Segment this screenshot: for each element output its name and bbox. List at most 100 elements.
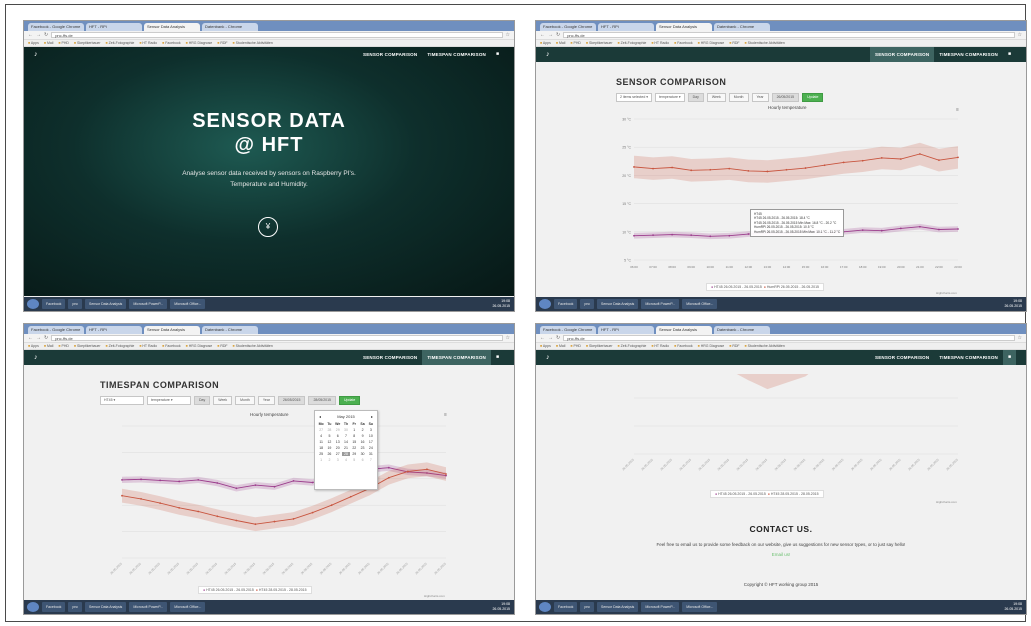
nav-square-icon[interactable]: ■	[1003, 47, 1016, 62]
calendar-day[interactable]: 10	[367, 434, 375, 438]
bookmark[interactable]: PHD	[570, 40, 581, 46]
bookmark[interactable]: Mail	[44, 40, 53, 46]
bookmark[interactable]: Studentische Aktivitäten	[233, 40, 273, 46]
calendar-day[interactable]: 3	[367, 428, 375, 432]
bookmark[interactable]: Apps	[540, 343, 551, 349]
range-month-button[interactable]: Month	[728, 93, 749, 102]
start-icon[interactable]	[539, 299, 551, 309]
taskbar-item[interactable]: pnc	[580, 299, 595, 309]
bookmark[interactable]: Apps	[28, 40, 39, 46]
calendar-day[interactable]: 1	[350, 428, 358, 432]
chart-credit[interactable]: Highcharts.com	[424, 594, 445, 598]
calendar-day[interactable]: 16	[358, 440, 366, 444]
taskbar-item[interactable]: Facebook	[554, 602, 578, 612]
calendar-day[interactable]: 14	[342, 440, 350, 444]
taskbar-item[interactable]: Facebook	[42, 602, 66, 612]
range-month-button[interactable]: Month	[235, 396, 255, 405]
bookmark[interactable]: HRG Diagnose	[186, 343, 213, 349]
calendar-day[interactable]: 29	[334, 428, 342, 432]
browser-tab[interactable]: HFT - RPi	[86, 326, 142, 334]
calendar-day[interactable]: 23	[358, 446, 366, 450]
bookmark[interactable]: HT Radio	[651, 343, 669, 349]
calendar-day[interactable]: 7	[367, 458, 375, 462]
calendar-day[interactable]: 6	[358, 458, 366, 462]
url-input[interactable]: pnc-ffs.de	[563, 32, 1015, 38]
calendar-day[interactable]: 11	[317, 440, 325, 444]
sensor-select[interactable]: HT45 ▾	[100, 396, 144, 405]
browser-tab[interactable]: Datenbank - Chrome	[202, 23, 258, 31]
range-week-button[interactable]: Week	[706, 93, 726, 102]
calendar-day[interactable]: 2	[358, 428, 366, 432]
star-icon[interactable]: ☆	[1018, 334, 1022, 343]
url-input[interactable]: pnc-ffs.de	[51, 32, 503, 38]
bookmark[interactable]: RDF	[217, 343, 227, 349]
bookmark[interactable]: RDF	[729, 40, 739, 46]
forward-icon[interactable]: →	[36, 334, 41, 343]
legend-item[interactable]: HT45 26.05.2015 - 26.05.2015	[714, 285, 762, 289]
range-year-button[interactable]: Year	[257, 396, 275, 405]
taskbar-item[interactable]: Sensor Data Analysis	[85, 299, 127, 309]
update-button[interactable]: Update	[802, 93, 824, 102]
nav-timespan-comparison[interactable]: TIMESPAN COMPARISON	[934, 350, 1003, 365]
prev-month-icon[interactable]: ◂	[319, 414, 321, 419]
bookmark[interactable]: HRG Diagnose	[186, 40, 213, 46]
calendar-day[interactable]: 2	[325, 458, 333, 462]
taskbar-item[interactable]: Facebook	[554, 299, 578, 309]
calendar-day[interactable]: 13	[334, 440, 342, 444]
start-icon[interactable]	[539, 602, 551, 612]
chart-menu-icon[interactable]: ≡	[444, 412, 447, 418]
browser-tab-active[interactable]: Sensor Data Analysis	[656, 23, 712, 31]
bookmark[interactable]: HRG Diagnose	[698, 40, 725, 46]
calendar-day[interactable]: 17	[367, 440, 375, 444]
browser-tab-active[interactable]: Sensor Data Analysis	[144, 23, 200, 31]
nav-square-icon[interactable]: ■	[1002, 350, 1016, 365]
browser-tab[interactable]: Datenbank - Chrome	[714, 23, 770, 31]
bookmark[interactable]: HRG Diagnose	[698, 343, 725, 349]
bookmark[interactable]: Apps	[28, 343, 39, 349]
logo-icon[interactable]: ♪	[546, 354, 586, 361]
taskbar-item[interactable]: Microsoft Office...	[682, 602, 718, 612]
taskbar-item[interactable]: Microsoft Office...	[682, 299, 718, 309]
bookmark[interactable]: HT Radio	[139, 343, 157, 349]
bookmark[interactable]: PHD	[570, 343, 581, 349]
logo-icon[interactable]: ♪	[546, 51, 586, 58]
bookmark[interactable]: Studentische Aktivitäten	[745, 343, 785, 349]
back-icon[interactable]: ←	[540, 31, 545, 40]
bookmark[interactable]: Facebook	[162, 40, 180, 46]
taskbar-item[interactable]: pnc	[68, 299, 83, 309]
bookmark[interactable]: PHD	[58, 40, 69, 46]
bookmark[interactable]: RDF	[729, 343, 739, 349]
calendar-day[interactable]: 22	[350, 446, 358, 450]
bookmark[interactable]: Zeit-Fotographie	[618, 40, 647, 46]
calendar-day[interactable]: 24	[367, 446, 375, 450]
next-month-icon[interactable]: ▸	[371, 414, 373, 419]
taskbar-item[interactable]: Microsoft PowerP...	[129, 602, 168, 612]
date-picker-month[interactable]: May 2015	[337, 414, 355, 419]
browser-tab[interactable]: HFT - RPi	[598, 23, 654, 31]
calendar-day[interactable]: 5	[325, 434, 333, 438]
nav-sensor-comparison[interactable]: SENSOR COMPARISON	[358, 47, 422, 62]
calendar-day[interactable]: 9	[358, 434, 366, 438]
calendar-day[interactable]: 30	[358, 452, 366, 456]
email-link[interactable]: Email us!	[536, 552, 1026, 557]
url-input[interactable]: pnc-ffs.de	[563, 335, 1015, 341]
forward-icon[interactable]: →	[548, 31, 553, 40]
sensor-select[interactable]: 2 items selected ▾	[616, 93, 653, 102]
reload-icon[interactable]: ↻	[44, 31, 48, 40]
bookmark[interactable]: Studentische Aktivitäten	[745, 40, 785, 46]
calendar-day[interactable]: 29	[350, 452, 358, 456]
bookmark[interactable]: Facebook	[674, 40, 692, 46]
back-icon[interactable]: ←	[28, 31, 33, 40]
browser-tab-active[interactable]: Sensor Data Analysis	[144, 326, 200, 334]
legend-item[interactable]: HT45 26.05.2015 - 26.05.2015	[718, 492, 766, 496]
taskbar-item[interactable]: Sensor Data Analysis	[597, 602, 639, 612]
legend-item[interactable]: HT45 26.05.2015 - 26.05.2015	[206, 588, 254, 592]
bookmark[interactable]: Studentische Aktivitäten	[233, 343, 273, 349]
date-to-input[interactable]: 28/05/2015	[308, 396, 336, 405]
nav-sensor-comparison[interactable]: SENSOR COMPARISON	[358, 350, 422, 365]
bookmark[interactable]: Zeit-Fotographie	[106, 40, 135, 46]
calendar-day[interactable]: 6	[334, 434, 342, 438]
calendar-day[interactable]: 5	[350, 458, 358, 462]
start-icon[interactable]	[27, 602, 39, 612]
calendar-day[interactable]: 18	[317, 446, 325, 450]
